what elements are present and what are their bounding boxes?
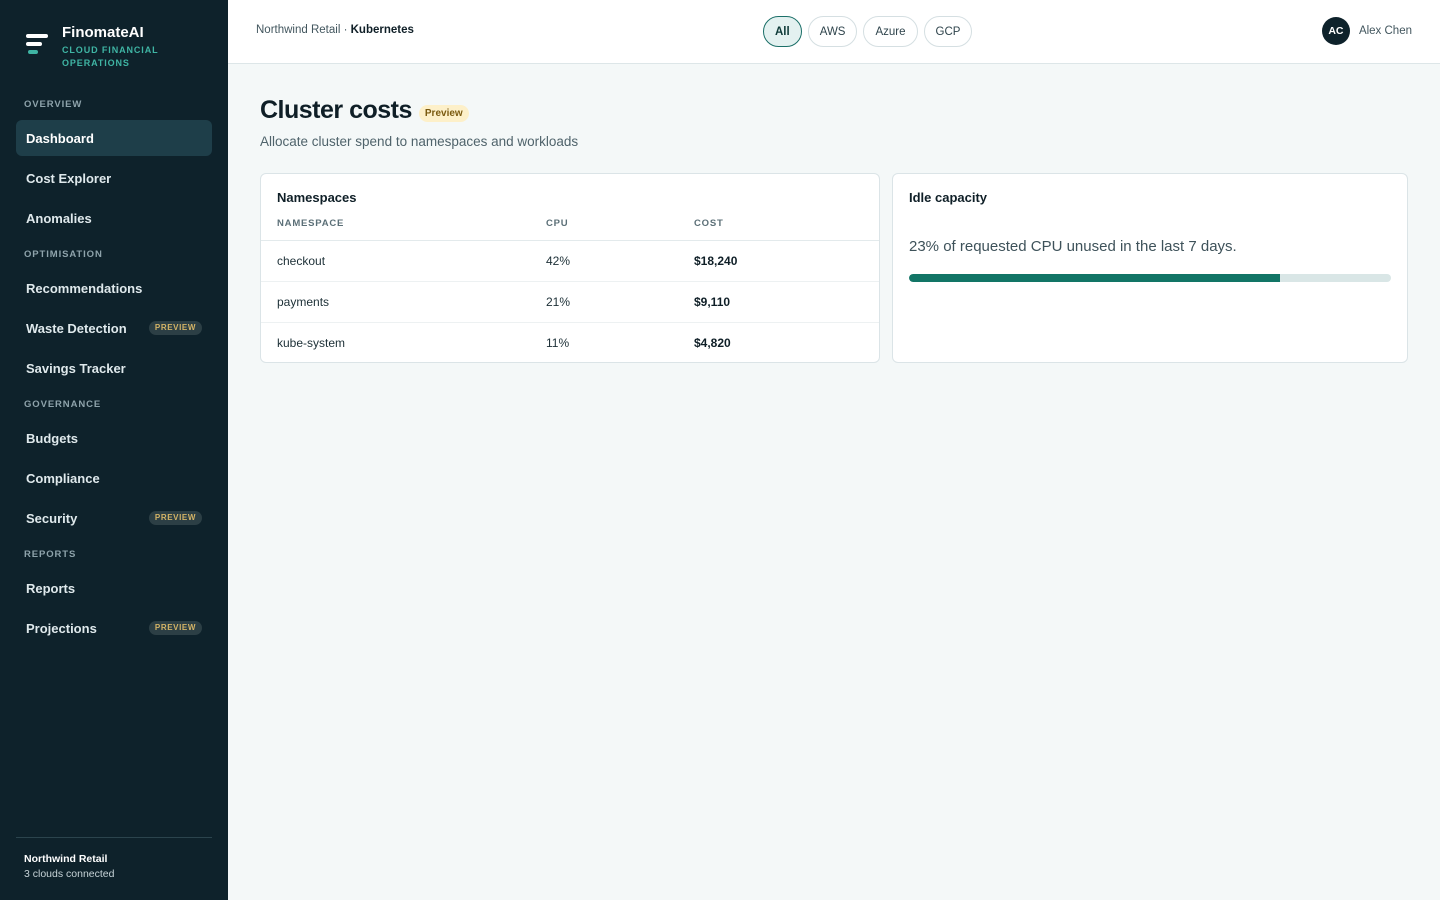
sidebar-item-label: Budgets <box>26 430 78 446</box>
sidebar-item-cost-explorer[interactable]: Cost Explorer <box>16 160 212 196</box>
preview-badge: PREVIEW <box>148 621 202 635</box>
sidebar-item-label: Dashboard <box>26 130 94 146</box>
nav-section-reports: REPORTS Reports Projections PREVIEW <box>16 546 212 646</box>
status-badge: Preview <box>418 105 469 122</box>
breadcrumb-current: Kubernetes <box>350 24 414 36</box>
nav-section-governance: GOVERNANCE Budgets Compliance Security P… <box>16 396 212 536</box>
breadcrumb-separator: · <box>340 24 351 36</box>
namespaces-table: NAMESPACE CPU COST checkout 42% $18,240 … <box>261 216 879 363</box>
table-header-row: NAMESPACE CPU COST <box>261 216 879 241</box>
avatar[interactable]: AC <box>1321 17 1350 45</box>
sidebar-item-label: Waste Detection <box>26 320 127 336</box>
table-row[interactable]: checkout 42% $18,240 <box>261 240 879 282</box>
idle-progress-bar <box>909 274 1391 282</box>
finomate-logo-icon <box>26 34 50 58</box>
namespace-cell: payments <box>261 281 546 323</box>
sidebar-item-label: Anomalies <box>26 210 92 226</box>
namespace-cell: kube-system <box>277 335 346 350</box>
sidebar-item-waste-detection[interactable]: Waste Detection PREVIEW <box>16 310 212 346</box>
sidebar-item-label: Savings Tracker <box>26 360 126 376</box>
sidebar-item-label: Reports <box>26 580 76 596</box>
cloud-filter-azure[interactable]: Azure <box>863 16 918 47</box>
nav-section-optimisation: OPTIMISATION Recommendations Waste Detec… <box>16 246 212 386</box>
cloud-filter-gcp[interactable]: GCP <box>923 16 973 47</box>
brand[interactable]: FinomateAI CLOUD FINANCIAL OPERATIONS <box>26 24 172 70</box>
cost-cell: $18,240 <box>694 240 879 282</box>
cpu-cell: 21% <box>546 281 694 323</box>
card-title: Namespaces <box>277 190 357 205</box>
cloud-filter-group: All AWS Azure GCP <box>763 16 978 47</box>
sidebar-item-budgets[interactable]: Budgets <box>16 420 212 456</box>
sidebar-item-projections[interactable]: Projections PREVIEW <box>16 610 212 646</box>
breadcrumb: Northwind Retail · Kubernetes <box>256 24 414 36</box>
preview-badge: PREVIEW <box>148 321 202 335</box>
nav-section-title: OPTIMISATION <box>24 249 103 260</box>
sidebar-item-reports[interactable]: Reports <box>16 570 212 606</box>
sidebar-nav: OVERVIEW Dashboard Cost Explorer Anomali… <box>16 96 212 656</box>
cost-cell: $9,110 <box>694 281 879 323</box>
sidebar-item-savings-tracker[interactable]: Savings Tracker <box>16 350 212 386</box>
table-row[interactable]: payments 21% $9,110 <box>261 281 879 323</box>
cost-cell: $4,820 <box>694 335 731 350</box>
sidebar-footer: Northwind Retail 3 clouds connected <box>16 837 212 882</box>
column-header-cpu: CPU <box>546 216 694 241</box>
sidebar: FinomateAI CLOUD FINANCIAL OPERATIONS OV… <box>0 0 228 900</box>
idle-capacity-summary: 23% of requested CPU unused in the last … <box>909 238 1237 255</box>
brand-tagline: CLOUD FINANCIAL OPERATIONS <box>62 45 159 68</box>
page-subtitle: Allocate cluster spend to namespaces and… <box>260 134 579 149</box>
top-header: Northwind Retail · Kubernetes All AWS Az… <box>228 0 1440 64</box>
sidebar-item-dashboard[interactable]: Dashboard <box>16 120 212 156</box>
nav-section-title: OVERVIEW <box>24 99 83 110</box>
cpu-cell: 11% <box>546 335 570 350</box>
sidebar-item-label: Recommendations <box>26 280 143 296</box>
cloud-filter-all[interactable]: All <box>763 16 802 47</box>
sidebar-item-label: Projections <box>26 620 97 636</box>
sidebar-item-security[interactable]: Security PREVIEW <box>16 500 212 536</box>
preview-badge: PREVIEW <box>148 511 202 525</box>
connection-status: 3 clouds connected <box>24 868 115 880</box>
nav-section-title: GOVERNANCE <box>24 399 102 410</box>
table-row[interactable]: kube-system 11% $4,820 <box>261 322 879 363</box>
cloud-filter-aws[interactable]: AWS <box>807 16 858 47</box>
sidebar-item-compliance[interactable]: Compliance <box>16 460 212 496</box>
nav-section-overview: OVERVIEW Dashboard Cost Explorer Anomali… <box>16 96 212 236</box>
idle-capacity-card: Idle capacity 23% of requested CPU unuse… <box>892 173 1408 363</box>
breadcrumb-org[interactable]: Northwind Retail <box>256 24 340 36</box>
nav-section-title: REPORTS <box>24 549 77 560</box>
org-name: Northwind Retail <box>24 853 108 865</box>
brand-name: FinomateAI <box>62 24 144 41</box>
sidebar-item-label: Security <box>26 510 78 526</box>
user-menu[interactable]: AC Alex Chen <box>1321 17 1412 45</box>
idle-progress-fill <box>909 274 1281 282</box>
sidebar-item-label: Compliance <box>26 470 100 486</box>
cpu-cell: 42% <box>546 240 694 282</box>
page-title-row: Cluster costs Preview <box>260 96 469 125</box>
namespaces-card: Namespaces NAMESPACE CPU COST checkout 4… <box>260 173 880 363</box>
column-header-cost: COST <box>694 216 879 241</box>
page-title: Cluster costs <box>260 96 412 124</box>
sidebar-item-anomalies[interactable]: Anomalies <box>16 200 212 236</box>
sidebar-item-label: Cost Explorer <box>26 170 112 186</box>
sidebar-item-recommendations[interactable]: Recommendations <box>16 270 212 306</box>
card-title: Idle capacity <box>909 190 988 205</box>
user-name[interactable]: Alex Chen <box>1359 25 1412 37</box>
namespace-cell: checkout <box>261 240 546 282</box>
column-header-namespace: NAMESPACE <box>261 216 546 241</box>
